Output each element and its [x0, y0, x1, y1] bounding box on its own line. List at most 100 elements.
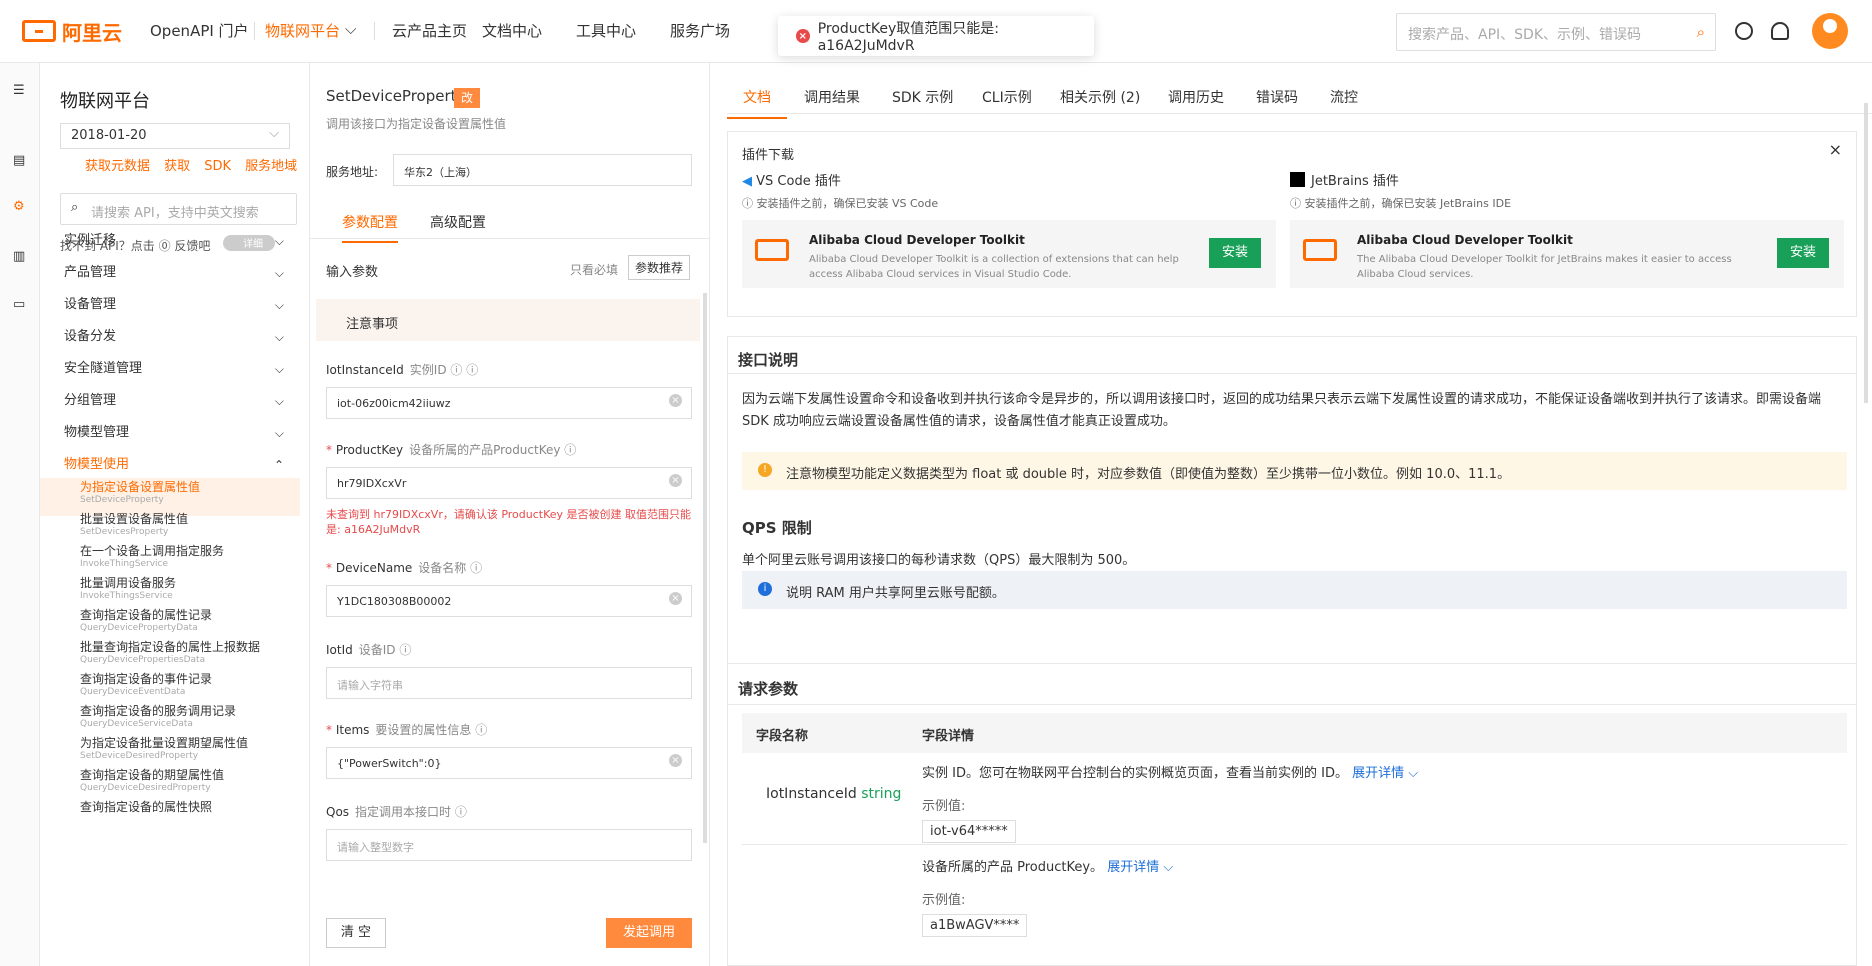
iotinstanceid-input[interactable]: iot-06z00icm42iiuwz — [326, 387, 692, 419]
search-icon[interactable]: ⌕ — [1697, 23, 1705, 41]
tab-history[interactable]: 调用历史 — [1168, 87, 1224, 107]
scrollbar[interactable] — [1864, 103, 1868, 403]
config-tabs: 参数配置 高级配置 — [310, 199, 710, 243]
version-select[interactable]: 2018-01-20 — [60, 123, 290, 149]
warning-icon: ! — [758, 463, 772, 477]
param-panel: SetDeviceProperty 改 调用该接口为指定设备设置属性值 服务地址… — [310, 63, 710, 966]
settings-icon[interactable]: ⚙ — [13, 199, 28, 214]
avatar[interactable] — [1812, 13, 1848, 49]
scrollbar[interactable] — [703, 293, 707, 843]
expand-link[interactable]: 展开详情 ⌵ — [1107, 860, 1173, 875]
document-icon[interactable]: ▤ — [13, 153, 28, 168]
icon-rail: ☰ ▤ ⚙ ▥ ▭ — [0, 63, 40, 966]
doc-panel: 文档 调用结果 SDK 示例 CLI示例 相关示例 (2) 调用历史 错误码 流… — [710, 63, 1872, 966]
search-input[interactable]: 搜索产品、API、SDK、示例、错误码 ⌕ — [1396, 13, 1716, 51]
sidebar-title: 物联网平台 — [60, 91, 150, 112]
param-detail: 实例 ID。您可在物联网平台控制台的实例概览页面，查看当前实例的 ID。 展开详… — [922, 762, 1822, 843]
sidebar-menu-item[interactable]: 实例迁移 — [40, 223, 310, 259]
tab-params[interactable]: 参数配置 — [342, 212, 398, 243]
example-value: iot-v64***** — [922, 820, 1016, 843]
jetbrains-card: Alibaba Cloud Developer Toolkit The Aliba… — [1290, 220, 1844, 288]
param-name: IotInstanceId string — [766, 786, 902, 802]
jetbrains-title: JetBrains 插件 — [1290, 170, 1399, 189]
api-sidebar: 物联网平台 2018-01-20 获取元数据 获取 SDK 服务地域 ⌕请搜索 … — [40, 63, 310, 966]
items-input[interactable]: {"PowerSwitch":0} — [326, 747, 692, 779]
api-search-input[interactable]: ⌕ 请搜索 API，支持中英文搜索 — [60, 193, 297, 225]
chevron-down-icon[interactable]: ⌵ — [345, 20, 356, 38]
productkey-input[interactable]: hr79IDXcxVr — [326, 467, 692, 499]
section-title: QPS 限制 — [742, 519, 812, 537]
field-label: * Items 要设置的属性信息 ⓘ — [326, 723, 488, 737]
nav-docs[interactable]: 文档中心 — [482, 20, 542, 41]
sidebar-menu-item[interactable]: 分组管理 — [40, 383, 310, 419]
divider — [728, 704, 1856, 705]
nav-tools[interactable]: 工具中心 — [576, 20, 636, 41]
required-only-toggle[interactable]: 只看必填 — [570, 261, 618, 278]
tab-docs[interactable]: 文档 — [727, 87, 787, 119]
sidebar-links[interactable]: 获取元数据 获取 SDK 服务地域 — [85, 155, 297, 174]
example-value: a1BwAGV**** — [922, 914, 1028, 937]
field-label: Qos 指定调用本接口时 ⓘ — [326, 805, 467, 819]
error-toast: × ProductKey取值范围只能是: a16A2JuMdvR — [778, 16, 1094, 56]
aliyun-logo[interactable]: 阿里云 — [22, 17, 122, 45]
tab-sdk[interactable]: SDK 示例 — [892, 87, 953, 107]
tab-cli[interactable]: CLI示例 — [982, 87, 1032, 107]
devicename-input[interactable]: Y1DC180308B00002 — [326, 585, 692, 617]
sidebar-menu-item[interactable]: 产品管理 — [40, 255, 310, 291]
api-title: SetDeviceProperty — [326, 87, 466, 105]
api-description: 调用该接口为指定设备设置属性值 — [326, 117, 507, 131]
info-icon: i — [758, 582, 772, 596]
nav-services[interactable]: 服务广场 — [670, 20, 730, 41]
recommend-button[interactable]: 参数推荐 — [628, 255, 691, 280]
sdk-icon[interactable]: ▥ — [13, 249, 28, 264]
jetbrains-icon — [1290, 172, 1305, 187]
service-select[interactable]: 华东2（上海） — [393, 154, 692, 186]
section-title: 请求参数 — [738, 680, 799, 698]
table-header: 字段名称 字段详情 — [742, 713, 1847, 753]
alibaba-cloud-icon — [1303, 239, 1337, 261]
warning-alert: ! 注意物模型功能定义数据类型为 float 或 double 时，对应参数值（即… — [742, 452, 1847, 490]
sidebar-menu-item[interactable]: 设备管理 — [40, 287, 310, 323]
input-params-label: 输入参数 — [326, 265, 379, 280]
iotid-input[interactable]: 请输入字符串 — [326, 667, 692, 699]
help-icon[interactable] — [1735, 22, 1753, 40]
tab-related[interactable]: 相关示例 (2) — [1060, 87, 1140, 107]
api-desc-panel: 接口说明 因为云端下发属性设置命令和设备收到并执行该命令是异步的，所以调用该接口… — [727, 336, 1857, 664]
nav-product-home[interactable]: 云产品主页 — [392, 20, 467, 41]
divider — [742, 844, 1847, 845]
edit-badge[interactable]: 改 — [454, 88, 480, 108]
productkey-error: 未查询到 hr79IDXcxVr，请确认该 ProductKey 是否被创建 取… — [326, 508, 692, 536]
api-text: 因为云端下发属性设置命令和设备收到并执行该命令是异步的，所以调用该接口时，返回的… — [742, 392, 1822, 429]
tab-advanced[interactable]: 高级配置 — [430, 212, 486, 232]
tab-errors[interactable]: 错误码 — [1256, 87, 1298, 107]
sidebar-menu-item[interactable]: 安全隧道管理 — [40, 351, 310, 387]
sidebar-api-item[interactable]: 查询指定设备的属性快照 — [40, 798, 300, 836]
menu-icon[interactable]: ☰ — [13, 83, 28, 98]
install-button[interactable]: 安装 — [1777, 238, 1829, 268]
nav-openapi[interactable]: OpenAPI 门户 — [150, 20, 249, 41]
sidebar-menu-item[interactable]: 物模型管理 — [40, 415, 310, 451]
divider — [728, 373, 1856, 374]
nav-iot-platform[interactable]: 物联网平台 — [265, 20, 340, 41]
vscode-icon: ◀ — [742, 174, 757, 189]
info-alert: i 说明 RAM 用户共享阿里云账号配额。 — [742, 571, 1847, 609]
tab-flow[interactable]: 流控 — [1330, 87, 1358, 107]
param-detail: 设备所属的产品 ProductKey。 展开详情 ⌵ 示例值: a1BwAGV***… — [922, 856, 1822, 937]
bell-icon[interactable] — [1771, 22, 1789, 40]
notice-collapse[interactable]: 注意事项 — [316, 299, 700, 341]
tab-result[interactable]: 调用结果 — [804, 87, 860, 107]
service-label: 服务地址: — [326, 165, 379, 179]
monitor-icon[interactable]: ▭ — [13, 297, 28, 312]
close-icon[interactable]: × — [1829, 140, 1842, 159]
install-button[interactable]: 安装 — [1209, 238, 1261, 268]
clear-button[interactable]: 清 空 — [326, 918, 386, 948]
sidebar-menu-item[interactable]: 设备分发 — [40, 319, 310, 355]
field-label: IotInstanceId 实例ID ⓘ ⓘ — [326, 363, 479, 377]
field-label: * ProductKey 设备所属的产品ProductKey ⓘ — [326, 443, 577, 457]
vscode-card: Alibaba Cloud Developer Toolkit Alibaba C… — [742, 220, 1276, 288]
section-title: 接口说明 — [738, 351, 799, 369]
qos-input[interactable]: 请输入整型数字 — [326, 829, 692, 861]
field-label: * DeviceName 设备名称 ⓘ — [326, 561, 483, 575]
expand-link[interactable]: 展开详情 ⌵ — [1352, 766, 1418, 781]
call-button[interactable]: 发起调用 — [606, 918, 692, 948]
